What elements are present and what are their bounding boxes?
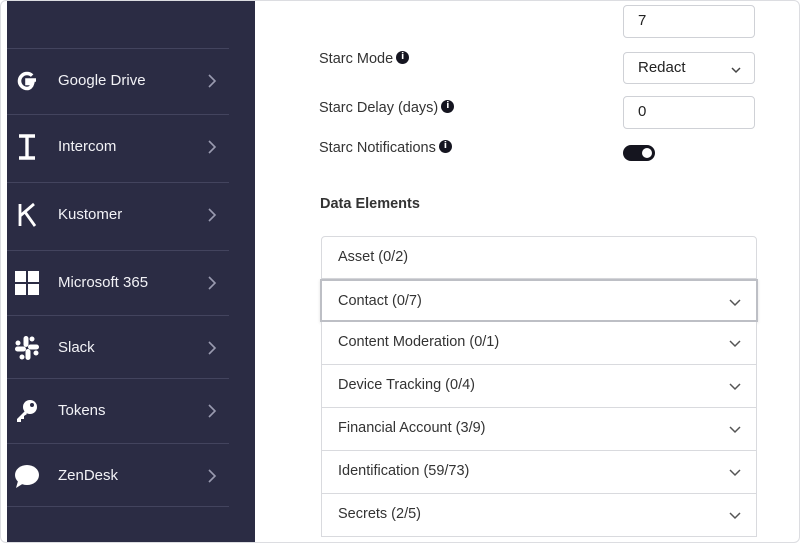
- sidebar-item-label: Microsoft 365: [58, 274, 149, 291]
- sidebar-divider: [7, 506, 229, 507]
- intercom-icon: [13, 132, 41, 162]
- chevron-down-icon: [729, 512, 741, 520]
- data-elements-list: Asset (0/2) Contact (0/7) Content Modera…: [320, 236, 758, 537]
- accordion-label: Identification (59/73): [338, 463, 470, 479]
- chevron-down-icon: [729, 426, 741, 434]
- accordion-label: Secrets (2/5): [338, 506, 421, 522]
- sidebar: Google Drive Intercom Kustomer Microsoft…: [7, 1, 255, 542]
- sidebar-item-slack[interactable]: Slack: [7, 316, 255, 382]
- settings-panel: 7 Starc Mode i Redact Starc Delay (days) i…: [255, 1, 799, 542]
- chevron-right-icon: [208, 208, 217, 222]
- kustomer-k-icon: [13, 200, 41, 230]
- sidebar-item-tokens[interactable]: Tokens: [7, 379, 255, 445]
- accordion-label: Contact (0/7): [338, 293, 422, 309]
- starc-delay-input[interactable]: 0: [623, 96, 755, 129]
- chevron-right-icon: [208, 404, 217, 418]
- sidebar-item-label: Kustomer: [58, 206, 123, 223]
- accordion-label: Device Tracking (0/4): [338, 377, 475, 393]
- microsoft-windows-icon: [13, 268, 41, 298]
- chevron-down-icon: [729, 383, 741, 391]
- key-icon: [13, 396, 41, 426]
- accordion-label: Financial Account (3/9): [338, 420, 486, 436]
- starc-mode-select[interactable]: Redact: [623, 52, 755, 84]
- starc-notifications-label: Starc Notifications i: [319, 140, 452, 156]
- sidebar-item-intercom[interactable]: Intercom: [7, 115, 255, 181]
- accordion-item-identification[interactable]: Identification (59/73): [321, 451, 757, 494]
- sidebar-item-google-drive[interactable]: Google Drive: [7, 49, 255, 115]
- starc-mode-label: Starc Mode i: [319, 51, 410, 67]
- sidebar-item-label: Slack: [58, 339, 95, 356]
- chevron-down-icon: [729, 469, 741, 477]
- chevron-right-icon: [208, 140, 217, 154]
- toggle-knob: [642, 148, 652, 158]
- sidebar-item-microsoft-365[interactable]: Microsoft 365: [7, 251, 255, 317]
- accordion-item-financial-account[interactable]: Financial Account (3/9): [321, 408, 757, 451]
- chat-bubble-icon: [13, 461, 41, 491]
- chevron-right-icon: [208, 341, 217, 355]
- sidebar-item-label: Google Drive: [58, 72, 146, 89]
- chevron-right-icon: [208, 276, 217, 290]
- app-window: Google Drive Intercom Kustomer Microsoft…: [0, 0, 800, 543]
- info-icon[interactable]: i: [441, 100, 455, 113]
- accordion-item-content-moderation[interactable]: Content Moderation (0/1): [321, 322, 757, 365]
- accordion-label: Content Moderation (0/1): [338, 334, 500, 350]
- sidebar-item-label: Tokens: [58, 402, 106, 419]
- chevron-right-icon: [208, 74, 217, 88]
- top-number-input[interactable]: 7: [623, 5, 755, 38]
- sidebar-item-zendesk[interactable]: ZenDesk: [7, 444, 255, 510]
- accordion-item-contact[interactable]: Contact (0/7): [320, 279, 758, 322]
- sidebar-item-label: ZenDesk: [58, 467, 119, 484]
- google-g-icon: [13, 66, 41, 96]
- chevron-down-icon: [731, 67, 741, 74]
- chevron-right-icon: [208, 469, 217, 483]
- starc-delay-label: Starc Delay (days) i: [319, 100, 455, 116]
- starc-mode-value: Redact: [638, 59, 686, 76]
- slack-icon: [13, 333, 41, 363]
- sidebar-item-kustomer[interactable]: Kustomer: [7, 183, 255, 249]
- info-icon[interactable]: i: [438, 140, 452, 153]
- chevron-down-icon: [729, 299, 741, 307]
- starc-notifications-toggle[interactable]: [623, 145, 655, 161]
- data-elements-title: Data Elements: [320, 196, 420, 212]
- accordion-item-asset[interactable]: Asset (0/2): [321, 236, 757, 279]
- info-icon[interactable]: i: [396, 51, 410, 64]
- accordion-item-device-tracking[interactable]: Device Tracking (0/4): [321, 365, 757, 408]
- accordion-label: Asset (0/2): [338, 249, 409, 265]
- sidebar-item-label: Intercom: [58, 138, 117, 155]
- chevron-down-icon: [729, 340, 741, 348]
- accordion-item-secrets[interactable]: Secrets (2/5): [321, 494, 757, 537]
